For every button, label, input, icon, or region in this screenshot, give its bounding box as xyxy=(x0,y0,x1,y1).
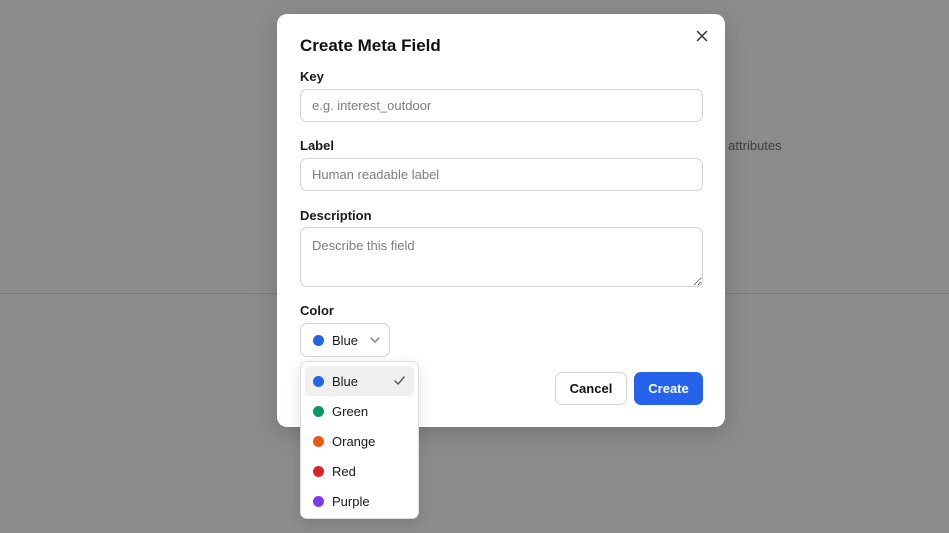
color-dot xyxy=(313,495,324,507)
color-option-label: Blue xyxy=(332,373,359,389)
color-dot xyxy=(313,405,324,417)
color-option-blue[interactable]: Blue xyxy=(305,366,414,396)
color-dot xyxy=(313,435,324,447)
color-label: Color xyxy=(300,303,334,318)
color-option-red[interactable]: Red xyxy=(305,456,414,486)
color-dot xyxy=(313,375,324,387)
color-option-green[interactable]: Green xyxy=(305,396,414,426)
check-icon xyxy=(394,376,405,385)
close-button[interactable] xyxy=(693,27,711,45)
color-option-purple[interactable]: Purple xyxy=(305,486,414,516)
label-label: Label xyxy=(300,138,334,153)
color-option-orange[interactable]: Orange xyxy=(305,426,414,456)
color-option-label: Purple xyxy=(332,493,370,509)
cancel-button[interactable]: Cancel xyxy=(555,372,627,405)
chevron-down-icon xyxy=(370,337,380,343)
color-dot xyxy=(313,465,324,477)
color-dropdown-menu: Blue Green Orange Red Purple xyxy=(300,361,419,519)
color-option-label: Orange xyxy=(332,433,376,449)
color-option-label: Green xyxy=(332,403,369,419)
color-option-label: Red xyxy=(332,463,356,479)
dialog-title: Create Meta Field xyxy=(300,36,441,55)
selected-color-dot xyxy=(313,334,324,346)
color-select-value: Blue xyxy=(332,332,359,348)
close-icon xyxy=(696,30,708,42)
description-label: Description xyxy=(300,208,372,223)
key-label: Key xyxy=(300,69,324,84)
description-textarea[interactable] xyxy=(300,227,703,287)
color-select[interactable]: Blue xyxy=(300,323,390,357)
create-button[interactable]: Create xyxy=(634,372,703,405)
key-input[interactable] xyxy=(300,89,703,122)
label-input[interactable] xyxy=(300,158,703,191)
